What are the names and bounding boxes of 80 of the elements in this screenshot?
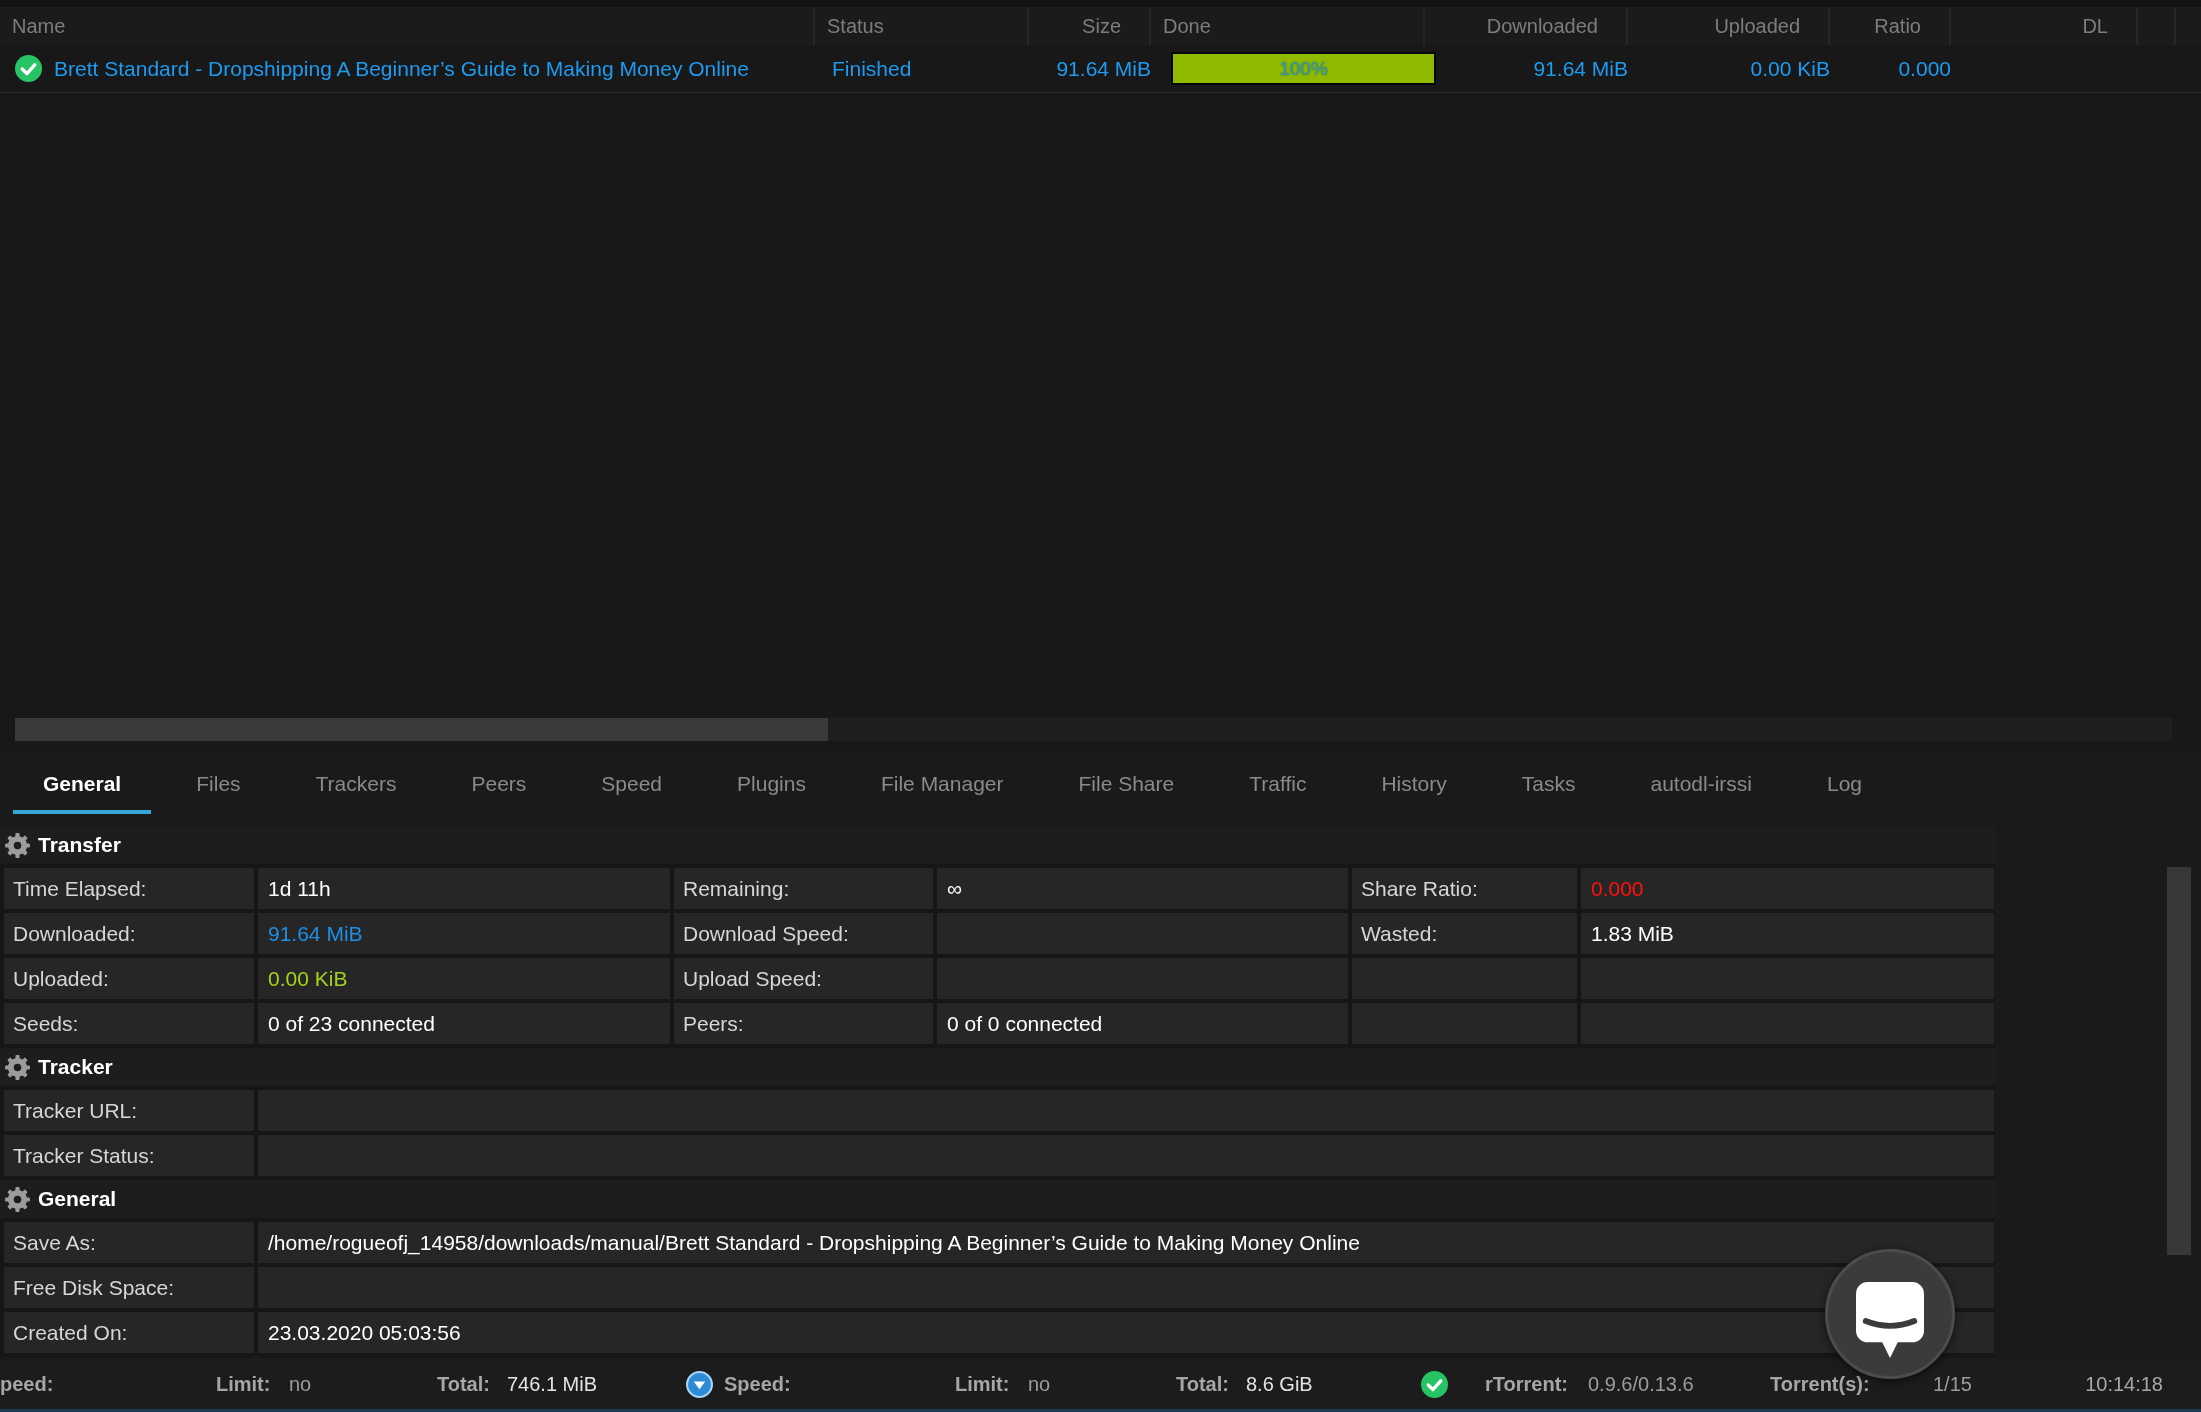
field-value: 0 of 23 connected xyxy=(268,1011,435,1036)
field-value: ∞ xyxy=(947,876,962,901)
torrent-size: 91.64 MiB xyxy=(1056,56,1151,81)
field-label: Seeds: xyxy=(13,1011,79,1036)
tab[interactable]: Plugins xyxy=(707,758,836,814)
ratio-value: 0.000 xyxy=(1898,56,1951,81)
column-header[interactable]: DL xyxy=(2082,14,2108,38)
progress-label: 100% xyxy=(1279,57,1328,80)
scrollbar-thumb[interactable] xyxy=(15,718,828,741)
field-label: Upload Speed: xyxy=(683,966,822,991)
gear-icon xyxy=(4,1185,31,1213)
field-value: 1d 11h xyxy=(268,876,331,901)
field-label: Share Ratio: xyxy=(1361,876,1478,901)
tab[interactable]: autodl-irssi xyxy=(1620,758,1782,814)
tab[interactable]: Files xyxy=(166,758,271,814)
tab[interactable]: Speed xyxy=(571,758,693,814)
column-header[interactable]: Done xyxy=(1163,14,1211,38)
limit-value[interactable]: no xyxy=(1028,1372,1051,1396)
field-label: Uploaded: xyxy=(13,966,109,991)
field-label: Tracker URL: xyxy=(13,1098,138,1123)
tab[interactable]: General xyxy=(13,758,152,814)
field-label: Time Elapsed: xyxy=(13,876,147,901)
tab[interactable]: History xyxy=(1351,758,1477,814)
torrents-label: Torrent(s): xyxy=(1770,1372,1870,1396)
horizontal-scrollbar[interactable] xyxy=(15,718,2172,741)
field-label: Peers: xyxy=(683,1011,744,1036)
tab[interactable]: Traffic xyxy=(1219,758,1337,814)
field-value: 0 of 0 connected xyxy=(947,1011,1103,1036)
uploaded-amount: 0.00 KiB xyxy=(1750,56,1830,81)
column-header[interactable]: Uploaded xyxy=(1714,14,1800,38)
tab[interactable]: File Manager xyxy=(850,758,1034,814)
field-label: Free Disk Space: xyxy=(13,1275,175,1300)
column-header[interactable]: Ratio xyxy=(1874,14,1921,38)
field-value: 91.64 MiB xyxy=(268,921,363,946)
total-label: Total: xyxy=(437,1372,490,1396)
limit-label: Limit: xyxy=(955,1372,1010,1396)
total-label: Total: xyxy=(1176,1372,1229,1396)
tab[interactable]: Tasks xyxy=(1491,758,1606,814)
field-value: 0.00 KiB xyxy=(268,966,348,991)
field-label: Downloaded: xyxy=(13,921,136,946)
field-value: /home/rogueofj_14958/downloads/manual/Brett Standard - Dropshipping A Beginner’s Guide to Making Money Online xyxy=(268,1230,1360,1255)
section-title: Tracker xyxy=(38,1055,113,1079)
limit-value[interactable]: no xyxy=(289,1372,312,1396)
vertical-scrollbar[interactable] xyxy=(2167,867,2191,1255)
speed-label: peed: xyxy=(0,1372,54,1396)
field-label: Created On: xyxy=(13,1320,128,1345)
client-version: 0.9.6/0.13.6 xyxy=(1588,1372,1694,1396)
total-value: 746.1 MiB xyxy=(507,1372,598,1396)
tab[interactable]: Trackers xyxy=(285,758,427,814)
total-value: 8.6 GiB xyxy=(1246,1372,1313,1396)
column-header[interactable]: Status xyxy=(827,14,884,38)
field-label: Download Speed: xyxy=(683,921,849,946)
column-header[interactable]: Downloaded xyxy=(1486,14,1598,38)
limit-label: Limit: xyxy=(216,1372,271,1396)
gear-icon xyxy=(4,831,31,859)
tab[interactable]: File Share xyxy=(1048,758,1205,814)
section-title: Transfer xyxy=(38,833,121,857)
check-circle-icon xyxy=(1421,1370,1448,1398)
clock-time: 10:14:18 xyxy=(2085,1372,2163,1396)
field-label: Tracker Status: xyxy=(13,1143,155,1168)
field-value: 1.83 MiB xyxy=(1591,921,1674,946)
section-title: General xyxy=(38,1187,117,1211)
tab[interactable]: Peers xyxy=(441,758,557,814)
client-label: rTorrent: xyxy=(1485,1372,1568,1396)
field-value: 23.03.2020 05:03:56 xyxy=(268,1320,461,1345)
gear-icon xyxy=(4,1053,31,1081)
column-header[interactable]: Name xyxy=(12,14,66,38)
field-value: 0.000 xyxy=(1591,876,1644,901)
field-label: Wasted: xyxy=(1361,921,1438,946)
speed-label: Speed: xyxy=(724,1372,791,1396)
field-label: Save As: xyxy=(13,1230,96,1255)
field-label: Remaining: xyxy=(683,876,790,901)
check-circle-icon xyxy=(15,55,42,82)
chat-bubble-icon xyxy=(1856,1282,1924,1358)
torrents-count: 1/15 xyxy=(1933,1372,1972,1396)
downloaded-amount: 91.64 MiB xyxy=(1533,56,1628,81)
torrent-name[interactable]: Brett Standard - Dropshipping A Beginner’s Guide to Making Money Online xyxy=(54,56,749,81)
torrent-status: Finished xyxy=(832,56,912,81)
column-header[interactable]: Size xyxy=(1082,14,1121,38)
tab[interactable]: Log xyxy=(1797,758,1893,814)
